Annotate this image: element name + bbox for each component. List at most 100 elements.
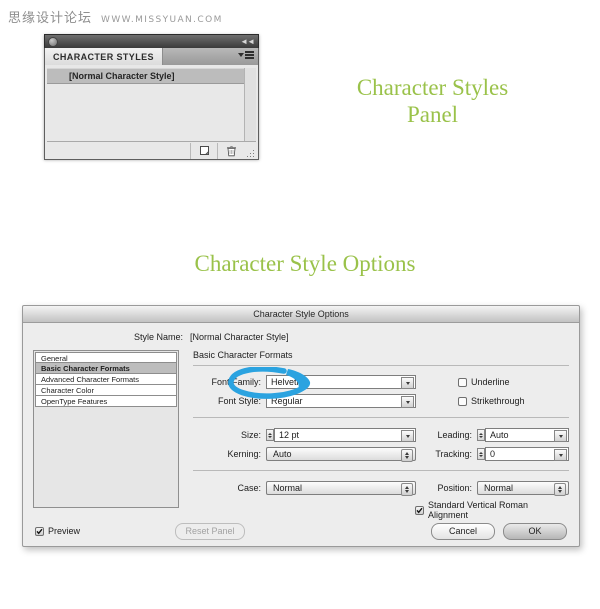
kerning-tracking-row: Kerning: Auto Tracking: 0 bbox=[193, 447, 569, 462]
position-select[interactable]: Normal bbox=[477, 481, 569, 496]
underline-checkbox-row[interactable]: Underline bbox=[458, 377, 510, 387]
case-value: Normal bbox=[273, 483, 303, 493]
trash-icon bbox=[226, 145, 236, 156]
kerning-value: Auto bbox=[273, 449, 292, 459]
strikethrough-checkbox[interactable] bbox=[458, 396, 467, 406]
panel-body: [Normal Character Style] bbox=[44, 65, 259, 160]
preview-checkbox-row[interactable]: Preview bbox=[35, 526, 80, 536]
settings-pane: Basic Character Formats Font Family: Hel… bbox=[179, 350, 569, 526]
panel-titlebar[interactable]: ◄◄ bbox=[44, 34, 259, 48]
heading-line-1: Character Styles bbox=[356, 75, 509, 100]
font-family-label: Font Family: bbox=[211, 377, 261, 387]
delete-style-button[interactable] bbox=[217, 142, 244, 159]
tracking-label: Tracking: bbox=[435, 449, 472, 459]
style-name-row: Style Name: [Normal Character Style] bbox=[23, 323, 579, 350]
chevron-down-icon bbox=[238, 52, 244, 57]
reset-panel-label: Reset Panel bbox=[185, 526, 235, 536]
preview-checkbox[interactable] bbox=[35, 526, 44, 536]
kerning-select[interactable]: Auto bbox=[266, 447, 416, 462]
strikethrough-checkbox-row[interactable]: Strikethrough bbox=[458, 396, 525, 406]
tracking-input[interactable]: 0 bbox=[485, 447, 569, 461]
updown-arrows-icon[interactable] bbox=[401, 483, 413, 496]
category-label: Basic Character Formats bbox=[41, 364, 130, 373]
size-input[interactable]: 12 pt bbox=[274, 428, 416, 442]
size-label: Size: bbox=[240, 430, 261, 440]
ok-button[interactable]: OK bbox=[503, 522, 567, 540]
character-styles-panel: ◄◄ CHARACTER STYLES [Normal Character St… bbox=[44, 34, 259, 160]
double-left-chevron-icon[interactable]: ◄◄ bbox=[240, 36, 255, 47]
panel-footer bbox=[47, 142, 256, 159]
menu-bars-icon bbox=[245, 51, 254, 59]
vertical-scrollbar[interactable] bbox=[244, 68, 256, 141]
watermark-site-url: WWW.MISSYUAN.COM bbox=[101, 15, 223, 25]
list-item[interactable]: [Normal Character Style] bbox=[47, 68, 256, 84]
updown-arrows-icon[interactable] bbox=[554, 483, 566, 496]
underline-checkbox[interactable] bbox=[458, 377, 467, 387]
new-page-icon bbox=[199, 146, 209, 155]
dialog-titlebar: Character Style Options bbox=[23, 306, 579, 323]
chevron-down-icon[interactable] bbox=[401, 377, 414, 389]
case-position-row: Case: Normal Position: Normal bbox=[193, 481, 569, 496]
font-style-label: Font Style: bbox=[217, 396, 261, 406]
panel-close-dot-icon[interactable] bbox=[48, 37, 58, 47]
font-family-value: Helvetica bbox=[271, 377, 309, 387]
chevron-down-icon[interactable] bbox=[554, 430, 567, 442]
preview-label: Preview bbox=[48, 526, 81, 536]
size-stepper[interactable] bbox=[266, 429, 274, 441]
divider bbox=[193, 470, 569, 471]
dialog-main: General Basic Character Formats Advanced… bbox=[23, 350, 579, 526]
reset-panel-button: Reset Panel bbox=[175, 522, 246, 540]
category-item-opentype-features[interactable]: OpenType Features bbox=[35, 396, 177, 407]
heading-character-styles-panel: Character Styles Panel bbox=[325, 74, 540, 128]
tab-character-styles[interactable]: CHARACTER STYLES bbox=[45, 48, 163, 65]
style-name-field-label: Style Name: bbox=[133, 332, 183, 342]
heading-line-2: Panel bbox=[406, 102, 459, 128]
resize-grip-icon[interactable] bbox=[244, 142, 256, 159]
underline-label: Underline bbox=[471, 377, 510, 387]
tracking-stepper[interactable] bbox=[477, 448, 485, 460]
chevron-down-icon[interactable] bbox=[554, 449, 567, 461]
divider bbox=[193, 365, 569, 366]
position-label: Position: bbox=[437, 483, 472, 493]
category-listbox[interactable]: General Basic Character Formats Advanced… bbox=[33, 350, 179, 508]
heading-character-style-options: Character Style Options bbox=[194, 251, 416, 276]
category-item-character-color[interactable]: Character Color bbox=[35, 385, 177, 396]
font-family-input[interactable]: Helvetica bbox=[266, 375, 416, 389]
kerning-label: Kerning: bbox=[227, 449, 261, 459]
category-item-general[interactable]: General bbox=[35, 352, 177, 363]
chevron-down-icon[interactable] bbox=[401, 430, 414, 442]
size-leading-row: Size: 12 pt Leading: Auto bbox=[193, 428, 569, 442]
dialog-footer: Preview Reset Panel Cancel OK bbox=[23, 516, 579, 546]
category-label: Advanced Character Formats bbox=[41, 375, 139, 384]
ok-label: OK bbox=[528, 526, 542, 536]
category-label: General bbox=[41, 354, 68, 363]
leading-stepper[interactable] bbox=[477, 429, 485, 441]
chevron-down-icon[interactable] bbox=[401, 396, 414, 408]
character-style-options-dialog: Character Style Options Style Name: [Nor… bbox=[22, 305, 580, 547]
case-select[interactable]: Normal bbox=[266, 481, 416, 496]
divider bbox=[193, 417, 569, 418]
leading-input[interactable]: Auto bbox=[485, 428, 569, 442]
font-style-input[interactable]: Regular bbox=[266, 394, 416, 408]
character-styles-list[interactable]: [Normal Character Style] bbox=[47, 68, 256, 142]
dialog-title-label: Character Style Options bbox=[253, 309, 349, 319]
size-value: 12 pt bbox=[279, 430, 300, 440]
strikethrough-label: Strikethrough bbox=[471, 396, 525, 406]
font-family-row: Font Family: Helvetica Underline bbox=[193, 375, 569, 389]
new-style-button[interactable] bbox=[190, 142, 217, 159]
section-title: Basic Character Formats bbox=[193, 350, 293, 360]
position-value: Normal bbox=[484, 483, 514, 493]
tracking-value: 0 bbox=[490, 449, 496, 459]
cancel-button[interactable]: Cancel bbox=[431, 522, 495, 540]
font-style-value: Regular bbox=[271, 396, 303, 406]
standard-vertical-roman-alignment-checkbox[interactable] bbox=[415, 505, 424, 515]
category-label: Character Color bbox=[41, 386, 94, 395]
tab-character-styles-label: CHARACTER STYLES bbox=[53, 51, 154, 62]
category-item-basic-character-formats[interactable]: Basic Character Formats bbox=[35, 363, 177, 374]
watermark-site-name: 思缘设计论坛 bbox=[8, 11, 93, 26]
panel-menu-icon[interactable] bbox=[238, 51, 254, 59]
style-name-label: [Normal Character Style] bbox=[69, 71, 175, 81]
leading-value: Auto bbox=[490, 430, 509, 440]
category-item-advanced-character-formats[interactable]: Advanced Character Formats bbox=[35, 374, 177, 385]
updown-arrows-icon[interactable] bbox=[401, 449, 413, 462]
